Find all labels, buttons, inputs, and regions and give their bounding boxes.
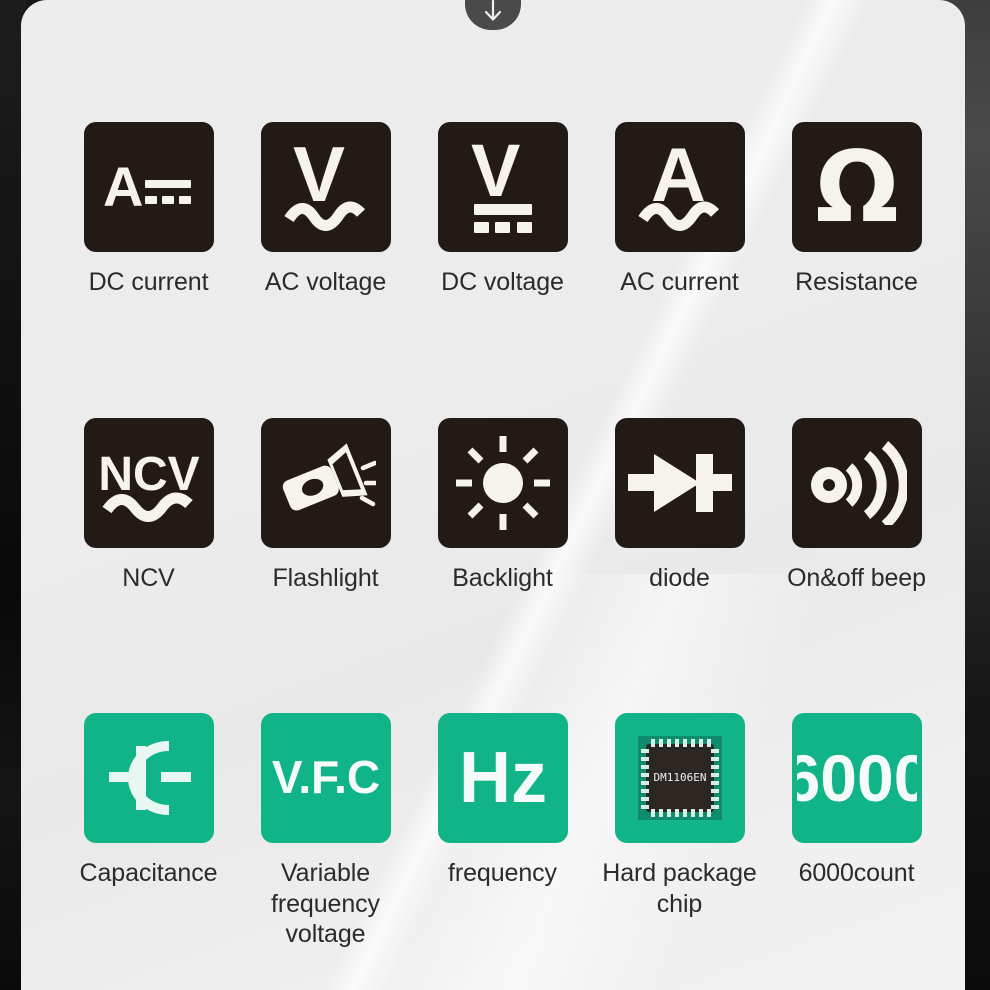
diode-icon <box>627 448 732 518</box>
feature-item-ac-voltage[interactable]: V AC voltage <box>237 122 414 298</box>
grid-row-spacer <box>237 593 414 713</box>
feature-label: Backlight <box>452 563 553 592</box>
count-text-icon: 6000 <box>797 741 917 815</box>
ac-current-tile[interactable]: A <box>614 122 745 252</box>
feature-label: Resistance <box>795 268 918 296</box>
ncv-icon: NCV <box>99 438 199 528</box>
feature-item-chip[interactable]: DM1106EN Hard package chip <box>591 713 768 950</box>
grid-row-spacer <box>591 593 768 713</box>
hz-text-icon: Hz <box>453 738 553 818</box>
feature-grid: A DC current V AC voltage V DC voltage A… <box>60 122 945 950</box>
beep-tile[interactable] <box>791 417 922 548</box>
chevron-down-arrow-icon <box>482 0 504 24</box>
ohm-resistance-icon: Ω <box>811 141 903 233</box>
grid-row-spacer <box>768 298 945 418</box>
feature-item-diode[interactable]: diode <box>591 417 768 594</box>
resistance-tile[interactable]: Ω <box>791 122 922 252</box>
ncv-tile[interactable]: NCV <box>83 417 214 548</box>
feature-item-dc-current[interactable]: A DC current <box>60 122 237 298</box>
feature-label: Capacitance <box>79 859 218 887</box>
vfc-tile[interactable]: V.F.C <box>260 713 391 843</box>
grid-row-spacer <box>237 298 414 418</box>
feature-label: AC voltage <box>264 268 387 296</box>
feature-label: On&off beep <box>787 563 926 592</box>
chip-tile[interactable]: DM1106EN <box>614 713 745 843</box>
ac-voltage-icon: V <box>281 139 371 235</box>
grid-row-spacer <box>414 593 591 713</box>
flashlight-icon <box>276 440 376 526</box>
feature-label: AC current <box>620 268 739 296</box>
svg-text:A: A <box>103 155 143 218</box>
feature-item-vfc[interactable]: V.F.C Variable frequency voltage <box>237 713 414 950</box>
flashlight-tile[interactable] <box>260 417 391 548</box>
feature-item-count[interactable]: 6000 6000count <box>768 713 945 950</box>
grid-row-spacer <box>414 298 591 418</box>
ac-voltage-tile[interactable]: V <box>260 122 391 252</box>
feature-item-flashlight[interactable]: Flashlight <box>237 417 414 594</box>
grid-row-spacer <box>768 593 945 713</box>
feature-item-frequency[interactable]: Hz frequency <box>414 713 591 950</box>
dc-current-tile[interactable]: A <box>83 122 214 252</box>
feature-label: Flashlight <box>272 563 379 592</box>
product-feature-panel: A DC current V AC voltage V DC voltage A… <box>21 0 965 990</box>
frequency-tile[interactable]: Hz <box>437 713 568 843</box>
capacitor-icon <box>103 738 195 818</box>
svg-text:6000: 6000 <box>797 741 917 815</box>
sun-backlight-icon <box>454 434 552 532</box>
feature-label: DC current <box>88 268 209 296</box>
feature-label: frequency <box>448 859 557 887</box>
svg-text:V: V <box>471 138 520 212</box>
speaker-beep-icon <box>807 440 907 525</box>
dc-current-icon: A <box>101 152 197 222</box>
backlight-tile[interactable] <box>437 417 568 548</box>
svg-text:NCV: NCV <box>99 448 199 501</box>
feature-item-capacitance[interactable]: Capacitance <box>60 713 237 950</box>
feature-item-ncv[interactable]: NCV NCV <box>60 417 237 594</box>
feature-item-ac-current[interactable]: A AC current <box>591 122 768 298</box>
grid-row-spacer <box>591 298 768 418</box>
diode-tile[interactable] <box>614 417 745 548</box>
scroll-down-tab[interactable] <box>465 0 521 30</box>
grid-row-spacer <box>60 298 237 418</box>
dc-voltage-tile[interactable]: V <box>437 122 568 252</box>
feature-item-dc-voltage[interactable]: V DC voltage <box>414 122 591 298</box>
feature-label: Variable frequency voltage <box>271 859 380 948</box>
svg-text:V.F.C: V.F.C <box>271 751 379 803</box>
feature-label: NCV <box>122 563 175 592</box>
feature-label: Hard package chip <box>602 859 757 918</box>
capacitance-tile[interactable] <box>83 713 214 843</box>
feature-label: DC voltage <box>441 268 564 296</box>
count-tile[interactable]: 6000 <box>791 713 922 843</box>
chip-icon: DM1106EN <box>632 730 728 826</box>
feature-item-backlight[interactable]: Backlight <box>414 417 591 594</box>
svg-text:Ω: Ω <box>815 141 898 233</box>
feature-label: diode <box>649 563 710 592</box>
feature-item-resistance[interactable]: Ω Resistance <box>768 122 945 298</box>
vfc-text-icon: V.F.C <box>268 749 384 807</box>
grid-row-spacer <box>60 593 237 713</box>
dc-voltage-icon: V <box>463 138 543 236</box>
ac-current-icon: A <box>635 139 725 235</box>
svg-text:Hz: Hz <box>459 738 547 818</box>
feature-item-beep[interactable]: On&off beep <box>768 417 945 594</box>
feature-label: 6000count <box>798 859 915 887</box>
svg-text:DM1106EN: DM1106EN <box>653 771 706 784</box>
